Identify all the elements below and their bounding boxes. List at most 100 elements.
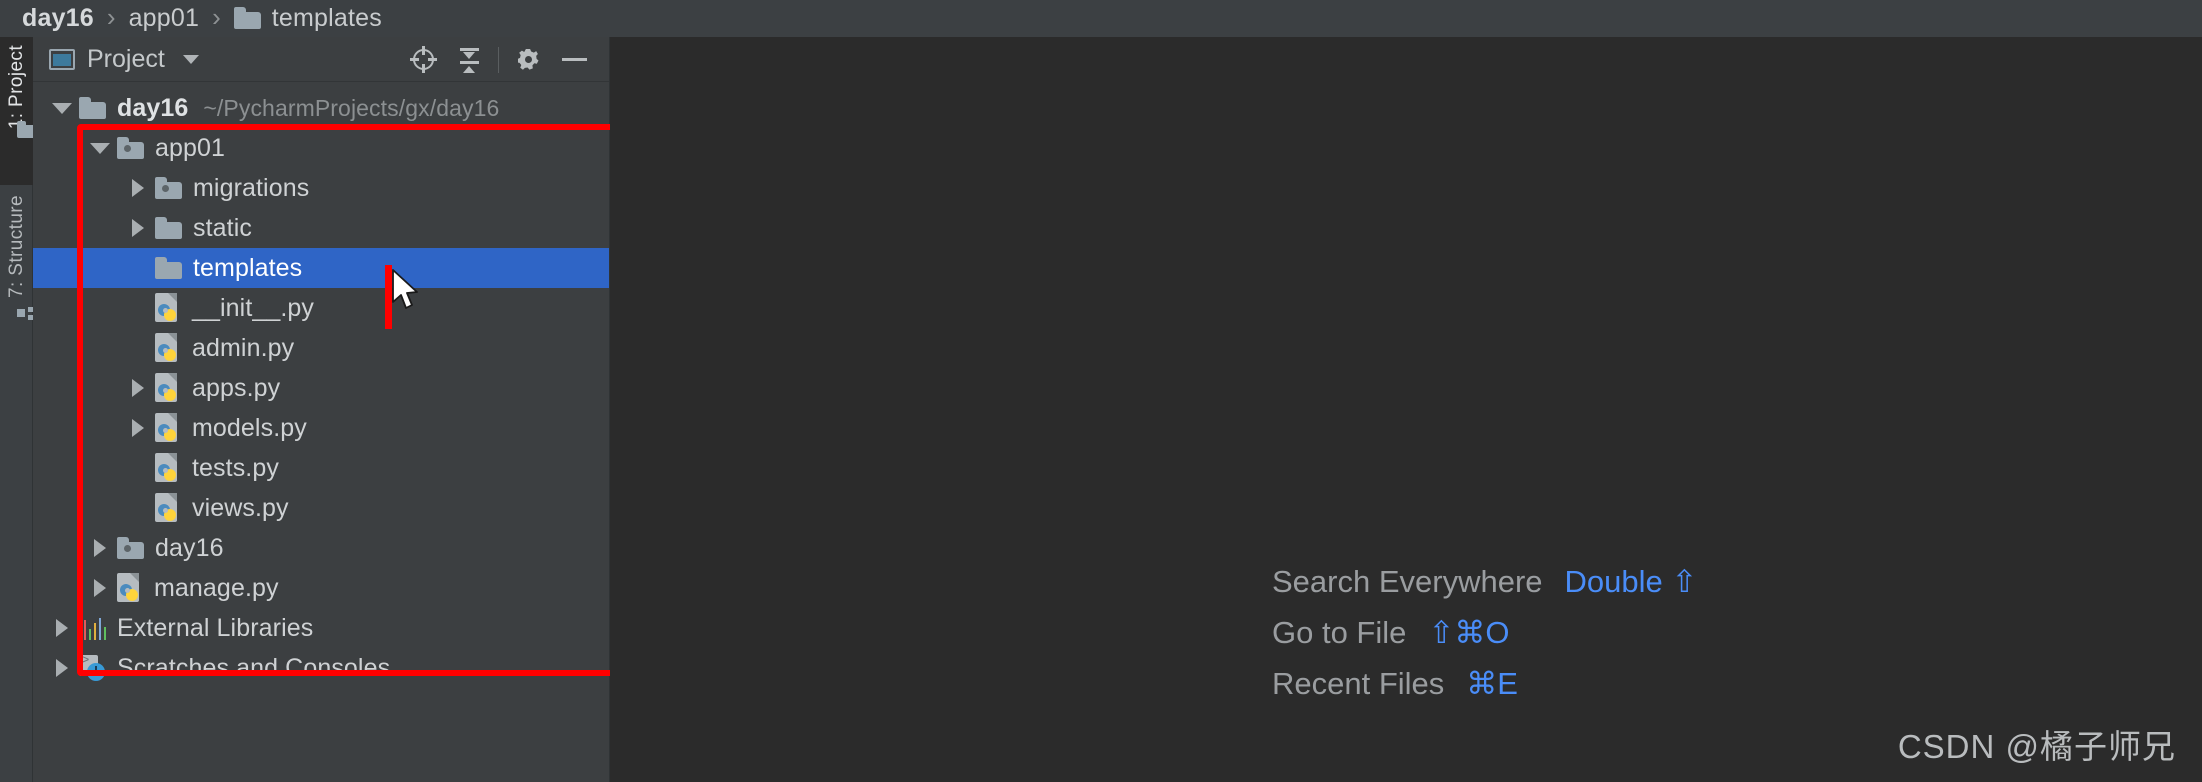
project-panel-toolbar [400,37,597,82]
python-file-icon [117,573,143,603]
tree-arrow-slot[interactable] [45,659,79,677]
tree-row-label: __init__.py [192,293,315,322]
tree-row[interactable]: day16 ~/PycharmProjects/gx/day16 [33,88,609,128]
tree-row[interactable]: External Libraries [33,608,609,648]
python-file-icon [155,453,181,483]
editor-area: Search Everywhere Double ⇧ Go to File ⇧⌘… [610,37,2202,782]
tree-arrow-none [132,268,144,269]
python-file-icon [155,413,181,443]
minimize-icon[interactable] [551,37,597,82]
breadcrumb-label: templates [271,4,382,32]
tree-row-label: models.py [192,413,307,442]
chevron-right-icon [132,419,144,437]
tree-arrow-slot[interactable] [121,219,155,237]
project-tree: day16 ~/PycharmProjects/gx/day16 app01 migr… [33,82,609,688]
editor-shortcut-hints: Search Everywhere Double ⇧ Go to File ⇧⌘… [610,37,2202,782]
breadcrumb-separator: › [212,2,221,32]
hint-label: Recent Files [1272,666,1445,701]
tree-row[interactable]: manage.py [33,568,609,608]
folder-icon [79,96,106,119]
chevron-right-icon [56,659,68,677]
tree-row[interactable]: __init__.py [33,288,609,328]
tree-arrow-none [132,508,144,509]
tree-arrow-slot[interactable] [83,539,117,557]
pycharm-window: day16 › app01 › templates 1: Project 7: … [0,0,2202,782]
tree-row-label: static [193,213,252,242]
tree-arrow-none [132,348,144,349]
hint-shortcut: Double ⇧ [1564,564,1698,599]
hint-go-to-file: Go to File ⇧⌘O [1272,615,1509,651]
tree-arrow-slot[interactable] [45,619,79,637]
python-file-icon [155,293,181,323]
hint-label: Search Everywhere [1272,564,1543,599]
hint-shortcut: ⌘E [1466,666,1518,701]
sidebar-tab-label: 7: Structure [6,195,27,299]
tree-row-label: Scratches and Consoles [117,653,391,682]
chevron-right-icon [56,619,68,637]
tree-row[interactable]: views.py [33,488,609,528]
scratches-icon [79,653,106,681]
hint-shortcut: ⇧⌘O [1428,615,1510,650]
breadcrumb-label: day16 [22,4,94,32]
gear-icon[interactable] [505,37,551,82]
folder-icon [155,256,182,279]
hint-recent-files: Recent Files ⌘E [1272,666,1518,702]
locate-icon[interactable] [400,37,446,82]
tree-arrow-slot[interactable] [83,142,117,154]
sidebar-tab-project[interactable]: 1: Project [0,37,38,185]
folder-icon [155,216,182,239]
project-window-icon [49,48,75,70]
breadcrumb-item-templates[interactable]: templates [233,4,382,33]
sidebar-tab-structure[interactable]: 7: Structure [0,187,35,357]
tree-row-label: day16 [117,93,189,122]
tool-window-tab-strip: 1: Project 7: Structure [0,37,38,782]
tree-row-label: apps.py [192,373,281,402]
tree-arrow-slot [121,268,155,269]
python-file-icon [155,493,181,523]
tree-arrow-slot[interactable] [121,379,155,397]
tree-row[interactable]: static [33,208,609,248]
tree-arrow-slot[interactable] [121,179,155,197]
tree-row[interactable]: Scratches and Consoles [33,648,609,688]
project-panel-title-group[interactable]: Project [49,45,199,74]
external-libraries-icon [79,616,107,640]
module-folder-icon [155,176,182,199]
chevron-down-icon [52,102,72,114]
chevron-down-icon[interactable] [182,54,199,64]
tree-arrow-slot [121,308,155,309]
tree-row-label: views.py [192,493,289,522]
tree-row[interactable]: templates [33,248,609,288]
chevron-right-icon [94,539,106,557]
breadcrumb-separator: › [106,2,116,32]
tree-row[interactable]: tests.py [33,448,609,488]
tree-arrow-none [132,308,144,309]
tree-arrow-slot[interactable] [83,579,117,597]
tree-row[interactable]: admin.py [33,328,609,368]
tree-row-label: migrations [193,173,310,202]
tree-arrow-none [132,468,144,469]
tree-row[interactable]: apps.py [33,368,609,408]
chevron-right-icon [132,379,144,397]
tree-row-label: templates [193,253,303,282]
collapse-all-icon[interactable] [446,37,492,82]
mouse-cursor [392,269,418,309]
tree-row-label: tests.py [192,453,279,482]
tree-arrow-slot[interactable] [45,102,79,114]
breadcrumb-label: app01 [128,4,200,32]
tree-arrow-slot [121,508,155,509]
tree-row-label: day16 [155,533,224,562]
tree-row-label: manage.py [154,573,279,602]
breadcrumb-item-app01[interactable]: app01 [129,4,200,33]
tree-row[interactable]: migrations [33,168,609,208]
tree-row[interactable]: app01 [33,128,609,168]
tree-row[interactable]: day16 [33,528,609,568]
page-title: Project [87,44,165,73]
tree-row[interactable]: models.py [33,408,609,448]
tree-arrow-slot[interactable] [121,419,155,437]
module-folder-icon [117,536,144,559]
breadcrumb-item-day16[interactable]: day16 [22,4,94,33]
sidebar-tab-label: 1: Project [6,45,27,130]
chevron-right-icon [94,579,106,597]
hint-search-everywhere: Search Everywhere Double ⇧ [1272,564,1697,600]
project-panel-header: Project [33,37,609,82]
